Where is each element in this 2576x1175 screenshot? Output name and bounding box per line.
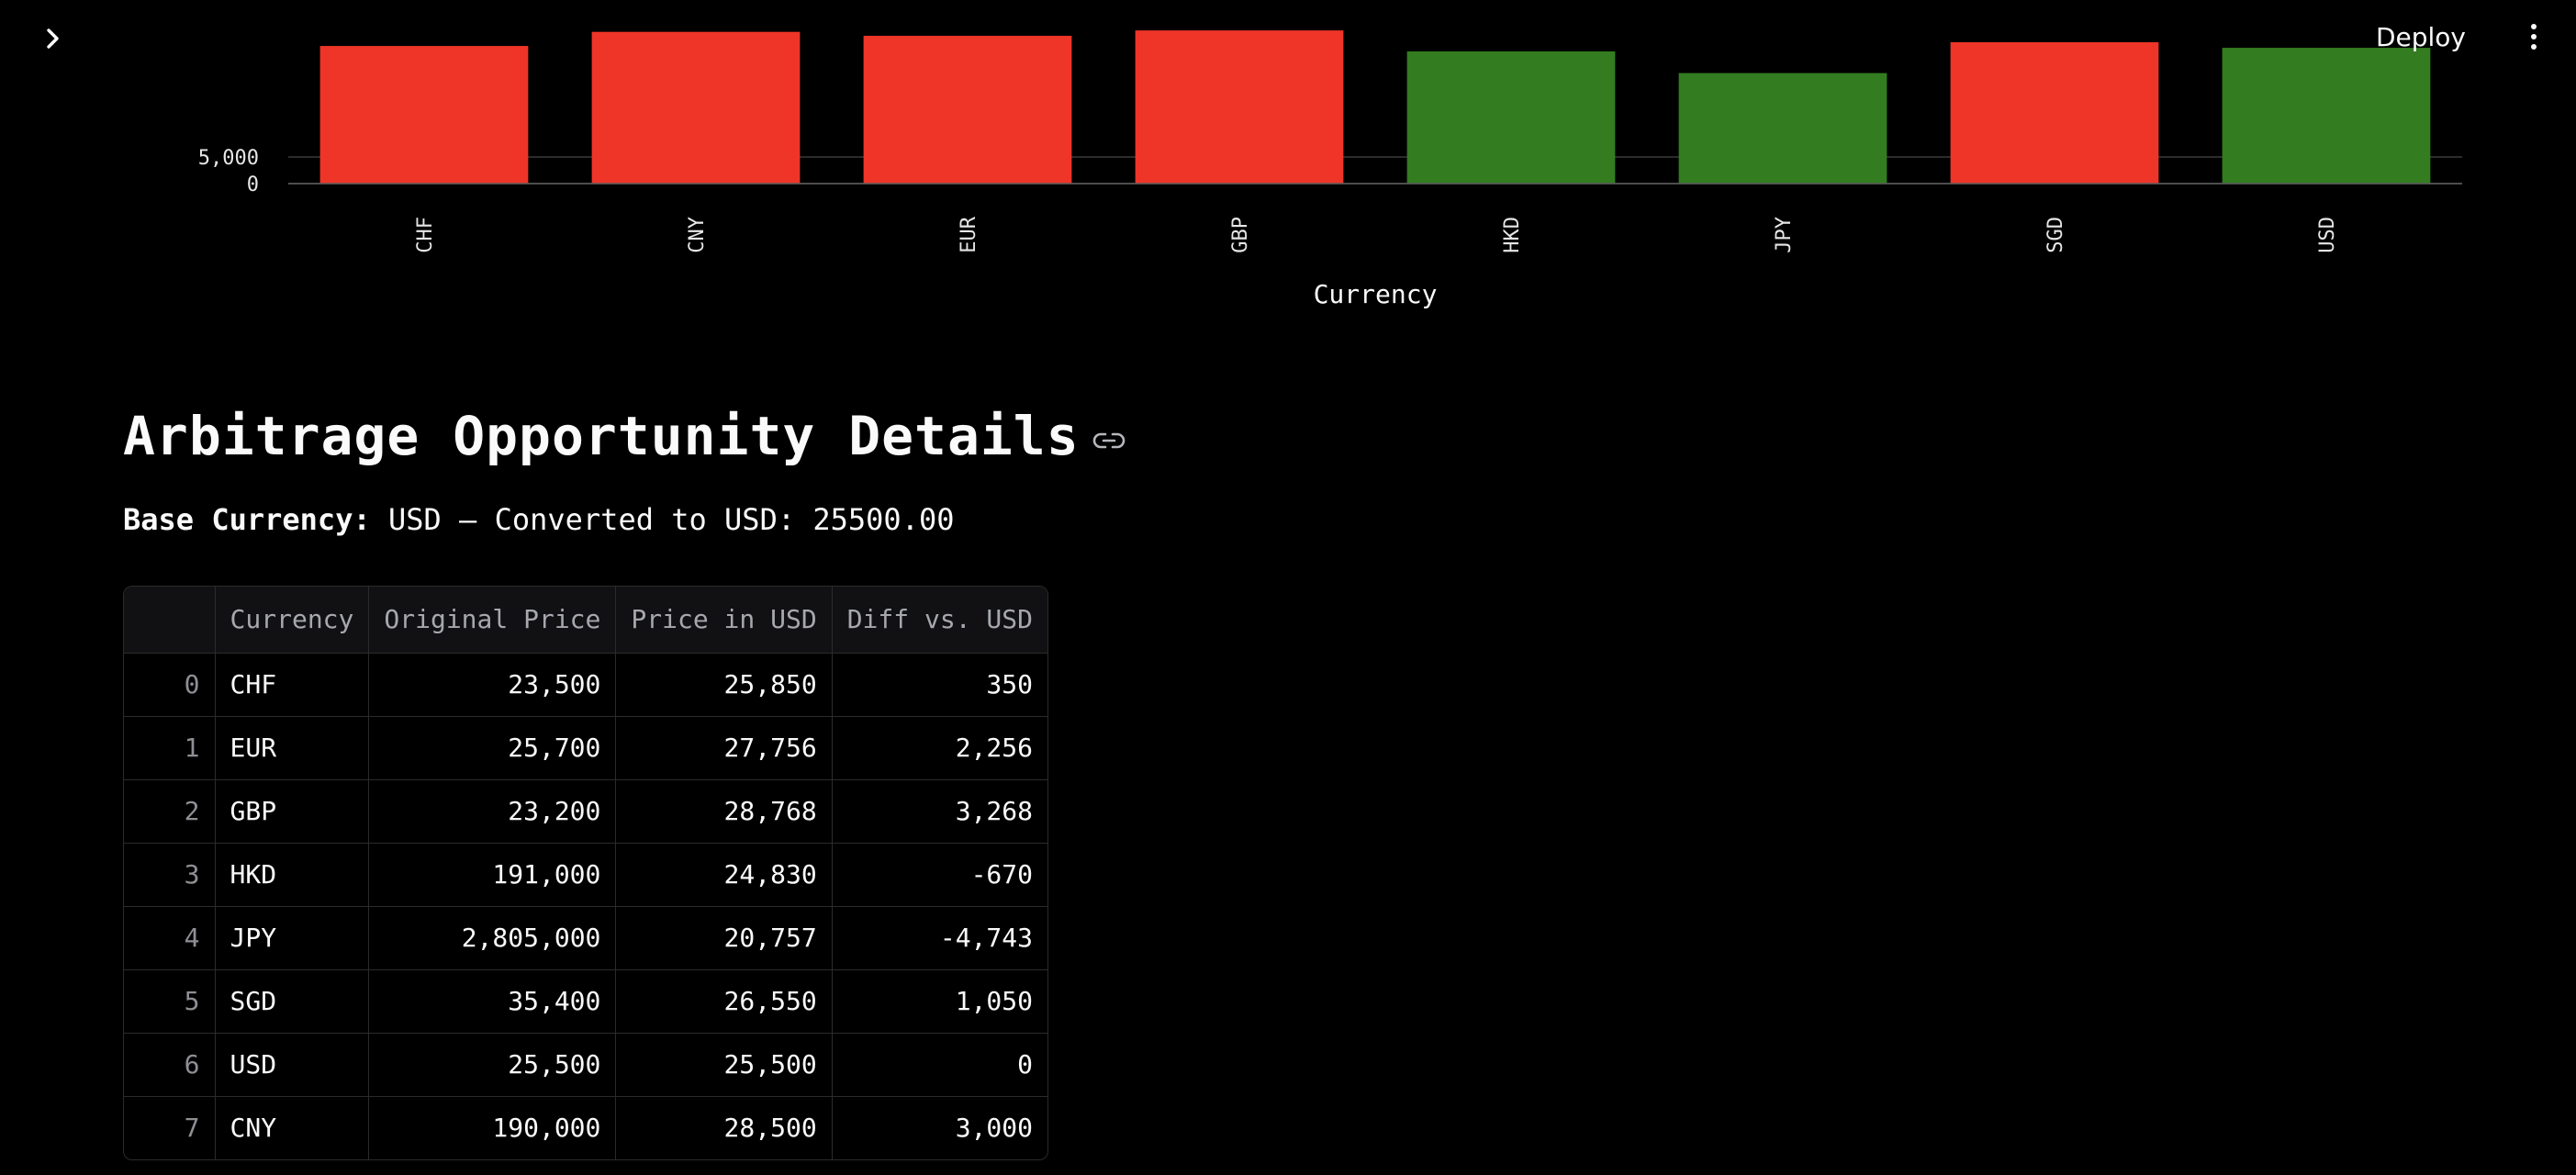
table-row: 2 GBP 23,200 28,768 3,268	[124, 779, 1047, 844]
chart-xtick-label: SGD	[2044, 217, 2067, 253]
chevron-right-icon	[47, 28, 59, 49]
chart-bar	[591, 31, 801, 185]
table-row: 4 JPY 2,805,000 20,757 -4,743	[124, 906, 1047, 970]
cell-diff-vs-usd[interactable]: 2,256	[832, 716, 1047, 780]
vertical-dots-icon	[2531, 24, 2537, 50]
row-index[interactable]: 6	[124, 1033, 216, 1097]
cell-currency[interactable]: HKD	[215, 843, 370, 907]
cell-currency[interactable]: USD	[215, 1033, 370, 1097]
table-row: 0 CHF 23,500 25,850 350	[124, 653, 1047, 717]
cell-price-in-usd[interactable]: 25,850	[615, 653, 833, 717]
cell-diff-vs-usd[interactable]: 350	[832, 653, 1047, 717]
cell-price-in-usd[interactable]: 20,757	[615, 906, 833, 970]
base-currency-line: Base Currency: USD — Converted to USD: 2…	[123, 492, 1408, 547]
row-index[interactable]: 5	[124, 969, 216, 1034]
chart-bar	[1135, 30, 1344, 184]
cell-currency[interactable]: JPY	[215, 906, 370, 970]
cell-original-price[interactable]: 35,400	[368, 969, 617, 1034]
chart-ytick-label: 0	[247, 173, 259, 196]
sidebar-toggle-button[interactable]	[35, 20, 72, 57]
chart-ytick-label: 5,000	[198, 147, 259, 170]
chart-xtick-label: EUR	[958, 216, 980, 252]
chart-xtick-label: CNY	[686, 217, 709, 253]
row-index[interactable]: 4	[124, 906, 216, 970]
base-currency-label: Base Currency:	[123, 502, 371, 537]
cell-original-price[interactable]: 23,500	[368, 653, 617, 717]
cell-currency[interactable]: SGD	[215, 969, 370, 1034]
chart-svg: 5,000 0 CHF CNY EUR GBP HKD JPY SGD USD Currency	[198, 30, 2462, 309]
table-row: 3 HKD 191,000 24,830 -670	[124, 843, 1047, 907]
section-title: Arbitrage Opportunity Details	[123, 405, 1080, 467]
cell-original-price[interactable]: 25,500	[368, 1033, 617, 1097]
app-root: 5,000 0 CHF CNY EUR GBP HKD JPY SGD USD Currency D…	[0, 0, 2576, 1175]
column-header-currency[interactable]: Currency	[215, 587, 370, 654]
cell-currency[interactable]: GBP	[215, 779, 370, 844]
heading-anchor-link[interactable]	[1092, 431, 1126, 451]
cell-diff-vs-usd[interactable]: -670	[832, 843, 1047, 907]
cell-original-price[interactable]: 25,700	[368, 716, 617, 780]
cell-currency[interactable]: CNY	[215, 1096, 370, 1159]
chart-bar	[1950, 42, 2159, 185]
chart-xtick-label: USD	[2316, 217, 2339, 253]
cell-diff-vs-usd[interactable]: 1,050	[832, 969, 1047, 1034]
column-header-original-price[interactable]: Original Price	[368, 587, 617, 654]
cell-original-price[interactable]: 191,000	[368, 843, 617, 907]
chart-bar	[1678, 73, 1887, 184]
chart-xtick-label: GBP	[1229, 217, 1252, 253]
column-header-diff-vs-usd[interactable]: Diff vs. USD	[832, 587, 1047, 654]
cell-currency[interactable]: EUR	[215, 716, 370, 780]
cell-currency[interactable]: CHF	[215, 653, 370, 717]
cell-price-in-usd[interactable]: 26,550	[615, 969, 833, 1034]
row-index[interactable]: 7	[124, 1096, 216, 1159]
chart-bar	[319, 46, 529, 184]
main-menu-button[interactable]	[2506, 15, 2561, 59]
cell-original-price[interactable]: 190,000	[368, 1096, 617, 1159]
chart-xtick-label: HKD	[1501, 217, 1524, 253]
bar-chart: 5,000 0 CHF CNY EUR GBP HKD JPY SGD USD Currency	[0, 0, 2576, 330]
cell-price-in-usd[interactable]: 28,768	[615, 779, 833, 844]
chart-bar	[2222, 48, 2431, 184]
cell-diff-vs-usd[interactable]: 3,000	[832, 1096, 1047, 1159]
table-row: 1 EUR 25,700 27,756 2,256	[124, 716, 1047, 780]
row-index[interactable]: 0	[124, 653, 216, 717]
link-icon	[1092, 432, 1125, 449]
cell-price-in-usd[interactable]: 24,830	[615, 843, 833, 907]
arbitrage-section: Arbitrage Opportunity Details Base Curre…	[123, 386, 1408, 1160]
cell-price-in-usd[interactable]: 25,500	[615, 1033, 833, 1097]
cell-original-price[interactable]: 2,805,000	[368, 906, 617, 970]
cell-diff-vs-usd[interactable]: -4,743	[832, 906, 1047, 970]
cell-price-in-usd[interactable]: 28,500	[615, 1096, 833, 1159]
table-row: 5 SGD 35,400 26,550 1,050	[124, 969, 1047, 1034]
chart-x-axis-title: Currency	[1314, 279, 1438, 309]
table-row: 6 USD 25,500 25,500 0	[124, 1033, 1047, 1097]
column-header-price-in-usd[interactable]: Price in USD	[615, 587, 833, 654]
deploy-button[interactable]: Deploy	[2365, 15, 2477, 59]
table-row: 7 CNY 190,000 28,500 3,000	[124, 1096, 1047, 1159]
chart-xtick-label: JPY	[1773, 217, 1796, 253]
details-table: Currency Original Price Price in USD Dif…	[124, 587, 1047, 1159]
heading-row: Arbitrage Opportunity Details	[123, 386, 1408, 487]
chart-bar	[863, 36, 1072, 185]
row-index[interactable]: 3	[124, 843, 216, 907]
chart-bar	[1406, 50, 1616, 185]
base-currency-value: USD — Converted to USD: 25500.00	[370, 502, 955, 537]
cell-original-price[interactable]: 23,200	[368, 779, 617, 844]
chart-xtick-label: CHF	[414, 217, 437, 253]
row-index[interactable]: 1	[124, 716, 216, 780]
cell-price-in-usd[interactable]: 27,756	[615, 716, 833, 780]
cell-diff-vs-usd[interactable]: 3,268	[832, 779, 1047, 844]
cell-diff-vs-usd[interactable]: 0	[832, 1033, 1047, 1097]
details-dataframe[interactable]: Currency Original Price Price in USD Dif…	[123, 586, 1048, 1160]
row-index[interactable]: 2	[124, 779, 216, 844]
table-header-row: Currency Original Price Price in USD Dif…	[124, 587, 1047, 654]
column-header-index[interactable]	[124, 587, 216, 654]
